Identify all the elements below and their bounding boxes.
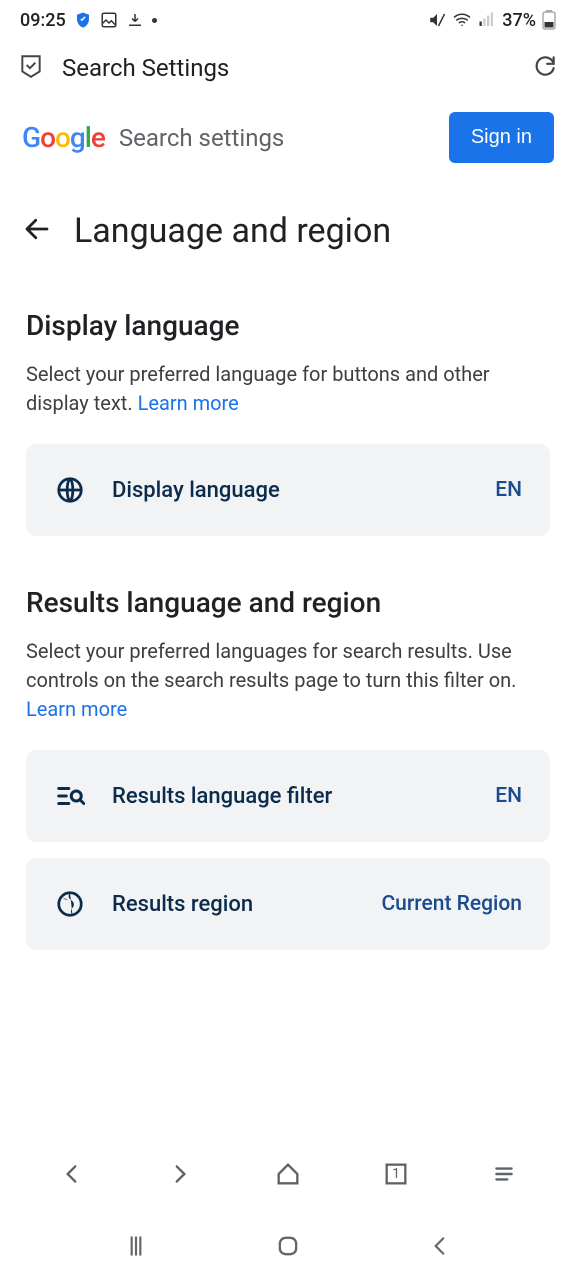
browser-forward-button[interactable] bbox=[156, 1150, 204, 1198]
results-language-title: Results language and region bbox=[26, 586, 550, 619]
app-header-title: Search Settings bbox=[62, 54, 514, 82]
results-language-filter-label: Results language filter bbox=[112, 784, 469, 809]
display-language-value: EN bbox=[495, 478, 522, 502]
results-region-label: Results region bbox=[112, 892, 355, 917]
display-language-label: Display language bbox=[112, 478, 469, 503]
status-left: 09:25 bbox=[20, 10, 157, 31]
sign-in-button[interactable]: Sign in bbox=[449, 112, 554, 163]
filter-search-icon bbox=[54, 780, 86, 812]
google-logo: Google bbox=[22, 121, 105, 154]
signal-icon bbox=[478, 11, 496, 29]
results-language-desc: Select your preferred languages for sear… bbox=[26, 637, 550, 724]
browser-menu-button[interactable] bbox=[480, 1150, 528, 1198]
browser-home-button[interactable] bbox=[264, 1150, 312, 1198]
system-back-button[interactable] bbox=[416, 1222, 464, 1270]
browser-back-button[interactable] bbox=[48, 1150, 96, 1198]
display-language-desc: Select your preferred language for butto… bbox=[26, 360, 550, 418]
refresh-icon[interactable] bbox=[532, 53, 558, 83]
results-region-card[interactable]: Results region Current Region bbox=[26, 858, 550, 950]
earth-icon bbox=[54, 888, 86, 920]
status-bar: 09:25 37% bbox=[0, 0, 576, 40]
browser-nav: 1 bbox=[0, 1140, 576, 1208]
learn-more-link-2[interactable]: Learn more bbox=[26, 697, 127, 721]
bookmark-outline-icon[interactable] bbox=[18, 53, 44, 83]
google-sub-title: Search settings bbox=[119, 124, 435, 152]
status-right: 37% bbox=[428, 10, 556, 31]
mute-icon bbox=[428, 11, 446, 29]
wifi-icon bbox=[452, 11, 472, 29]
system-home-button[interactable] bbox=[264, 1222, 312, 1270]
results-language-filter-card[interactable]: Results language filter EN bbox=[26, 750, 550, 842]
google-bar: Google Search settings Sign in bbox=[0, 96, 576, 171]
tab-count: 1 bbox=[392, 1166, 400, 1182]
content: Display language Select your preferred l… bbox=[0, 309, 576, 950]
results-region-value: Current Region bbox=[381, 892, 522, 916]
app-header: Search Settings bbox=[0, 40, 576, 96]
status-dot bbox=[152, 18, 157, 23]
page-title-row: Language and region bbox=[0, 171, 576, 281]
battery-text: 37% bbox=[502, 10, 536, 31]
image-icon bbox=[100, 11, 118, 29]
system-recents-button[interactable] bbox=[112, 1222, 160, 1270]
status-time: 09:25 bbox=[20, 10, 66, 31]
globe-icon bbox=[54, 474, 86, 506]
learn-more-link[interactable]: Learn more bbox=[138, 391, 239, 415]
display-language-title: Display language bbox=[26, 309, 550, 342]
browser-tabs-button[interactable]: 1 bbox=[372, 1150, 420, 1198]
download-icon bbox=[126, 11, 144, 29]
battery-icon bbox=[542, 10, 556, 30]
results-language-filter-value: EN bbox=[495, 784, 522, 808]
shield-icon bbox=[74, 11, 92, 29]
back-arrow-icon[interactable] bbox=[22, 214, 52, 248]
page-title: Language and region bbox=[74, 211, 391, 251]
display-language-card[interactable]: Display language EN bbox=[26, 444, 550, 536]
system-nav bbox=[0, 1212, 576, 1280]
